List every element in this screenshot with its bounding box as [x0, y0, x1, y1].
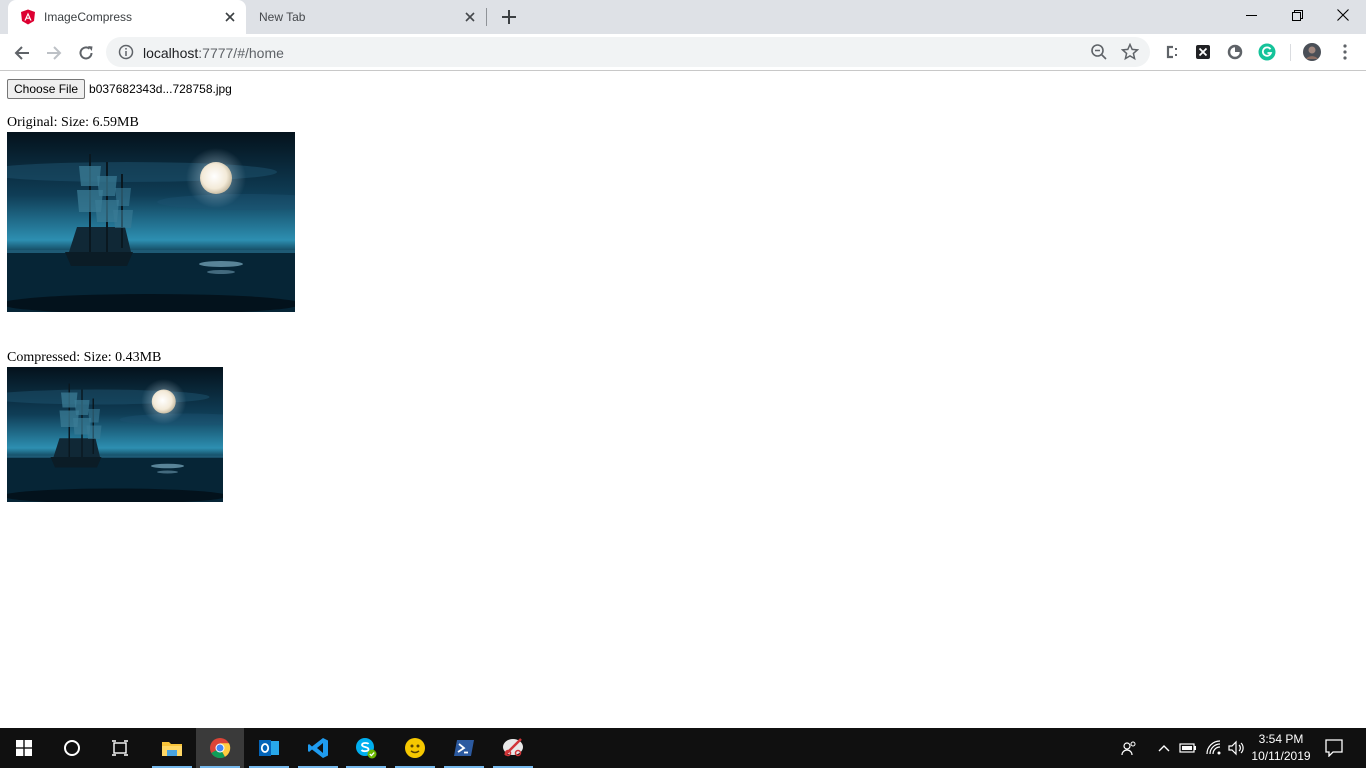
selected-file-name: b037682343d...728758.jpg	[89, 82, 232, 96]
tab-title: ImageCompress	[44, 10, 133, 24]
new-tab-button[interactable]	[499, 7, 519, 27]
url-text[interactable]: localhost:7777/#/home	[143, 45, 284, 61]
url-path: :7777/#/home	[198, 45, 284, 61]
snipping-tool-icon	[503, 738, 523, 757]
toolbar-separator	[1290, 44, 1291, 61]
outlook-icon	[259, 740, 279, 756]
close-window-button[interactable]	[1320, 0, 1366, 30]
minimize-icon	[1245, 14, 1257, 16]
plus-icon	[502, 10, 516, 24]
zoom-out-icon[interactable]	[1090, 43, 1108, 61]
show-hidden-icons-button[interactable]	[1154, 728, 1174, 768]
chevron-up-icon	[1158, 745, 1170, 752]
cortana-button[interactable]	[48, 728, 96, 768]
volume-button[interactable]	[1226, 728, 1248, 768]
reload-button[interactable]	[74, 41, 98, 65]
start-icon	[16, 740, 32, 756]
reload-icon	[79, 46, 93, 60]
cortana-icon	[64, 740, 80, 756]
browser-toolbar: localhost:7777/#/home	[0, 34, 1366, 71]
people-button[interactable]	[1116, 728, 1142, 768]
wifi-icon	[1206, 740, 1221, 755]
system-clock[interactable]: 3:54 PM 10/11/2019	[1246, 728, 1316, 768]
chrome-taskbar-button[interactable]	[196, 728, 244, 768]
original-image	[7, 132, 295, 312]
people-icon	[1121, 741, 1136, 756]
file-input[interactable]: Choose File b037682343d...728758.jpg	[7, 79, 232, 99]
info-icon[interactable]	[118, 44, 134, 60]
outlook-button[interactable]	[245, 728, 293, 768]
page-content: Choose File b037682343d...728758.jpg Ori…	[0, 72, 1366, 728]
network-button[interactable]	[1203, 728, 1225, 768]
back-arrow-icon	[14, 46, 29, 60]
bookmark-star-icon[interactable]	[1121, 43, 1139, 61]
angular-icon	[21, 9, 35, 25]
extension-x-icon[interactable]	[1194, 43, 1212, 61]
forward-button[interactable]	[42, 41, 66, 65]
snipping-tool-button[interactable]	[489, 728, 537, 768]
extension-circle-icon[interactable]	[1226, 43, 1244, 61]
battery-button[interactable]	[1178, 728, 1198, 768]
clock-time: 3:54 PM	[1258, 732, 1304, 746]
skype-button[interactable]	[342, 728, 390, 768]
profile-avatar[interactable]	[1303, 43, 1321, 61]
forward-arrow-icon	[47, 46, 62, 60]
file-explorer-icon	[162, 742, 182, 756]
powershell-button[interactable]	[440, 728, 488, 768]
chrome-menu-icon[interactable]	[1336, 43, 1354, 61]
start-button[interactable]	[0, 728, 48, 768]
compressed-size-label: Compressed: Size: 0.43MB	[7, 350, 162, 365]
sticker-app-button[interactable]	[391, 728, 439, 768]
url-host: localhost	[143, 45, 199, 61]
skype-icon	[356, 738, 377, 759]
close-tab-icon[interactable]	[462, 9, 478, 25]
file-explorer-button[interactable]	[148, 728, 196, 768]
address-bar[interactable]: localhost:7777/#/home	[106, 37, 1150, 67]
tab-imagecompress[interactable]: ImageCompress	[8, 0, 246, 34]
tab-new-tab[interactable]: New Tab	[246, 0, 486, 34]
restore-button[interactable]	[1274, 0, 1320, 30]
minimize-button[interactable]	[1228, 0, 1274, 30]
windows-taskbar: 3:54 PM 10/11/2019	[0, 728, 1366, 768]
powershell-icon	[454, 740, 474, 756]
back-button[interactable]	[10, 41, 34, 65]
notifications-icon	[1325, 739, 1343, 757]
tab-strip: ImageCompress New Tab	[0, 0, 1366, 34]
battery-icon	[1179, 743, 1196, 753]
chrome-icon	[210, 738, 231, 759]
restore-icon	[1291, 9, 1303, 21]
sticker-app-icon	[405, 738, 425, 758]
speaker-icon	[1228, 740, 1244, 756]
choose-file-button[interactable]: Choose File	[7, 79, 86, 99]
original-size-label: Original: Size: 6.59MB	[7, 115, 139, 130]
close-icon	[1337, 9, 1349, 21]
extension-c-icon[interactable]	[1162, 43, 1180, 61]
tab-title: New Tab	[259, 10, 306, 24]
vscode-button[interactable]	[294, 728, 342, 768]
vscode-icon	[308, 738, 328, 758]
task-view-icon	[112, 740, 128, 756]
grammarly-icon[interactable]	[1258, 43, 1276, 61]
clock-date: 10/11/2019	[1251, 749, 1311, 763]
tab-separator	[486, 8, 487, 26]
close-tab-icon[interactable]	[222, 9, 238, 25]
compressed-image	[7, 367, 223, 502]
action-center-button[interactable]	[1318, 728, 1350, 768]
task-view-button[interactable]	[96, 728, 144, 768]
